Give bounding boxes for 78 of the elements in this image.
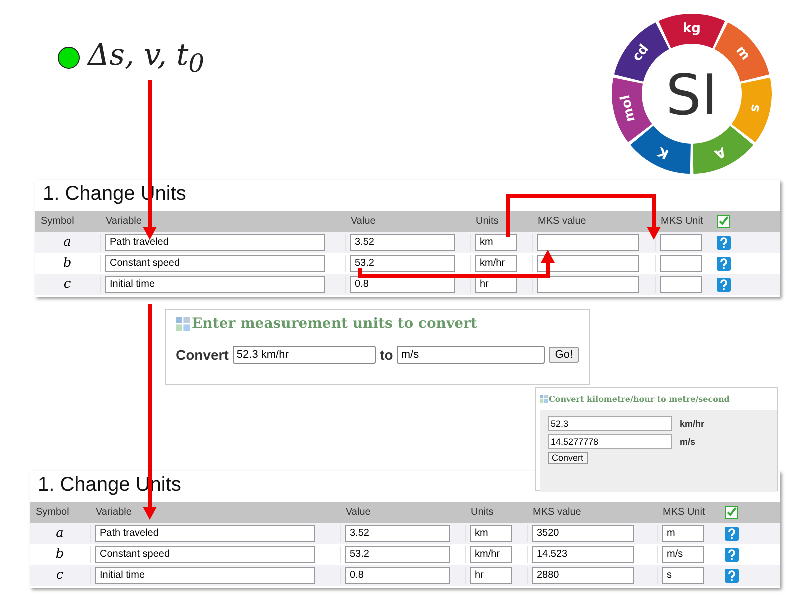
input-field[interactable]: s (662, 567, 704, 584)
column-header: MKS value (532, 507, 582, 518)
input-field[interactable]: 52.3 km/hr (232, 346, 376, 364)
input-field[interactable]: Initial time (105, 276, 325, 293)
column-header: MKS value (537, 216, 588, 227)
checkmark-icon (725, 506, 738, 519)
column-header: MKS Unit (662, 507, 706, 518)
input-field[interactable] (660, 234, 702, 251)
help-icon[interactable] (725, 548, 739, 562)
help-icon[interactable] (717, 256, 731, 270)
input-field[interactable] (537, 234, 639, 251)
unit-label: m/s (680, 436, 696, 446)
input-field[interactable] (660, 276, 702, 293)
symbol-label: b (62, 256, 73, 271)
input-field[interactable]: 53.2 (350, 255, 455, 272)
column-header: Value (350, 216, 377, 227)
help-icon[interactable] (717, 236, 731, 250)
convert-button[interactable]: Convert (548, 452, 588, 464)
column-header: Value (345, 507, 372, 518)
input-field[interactable]: 3.52 (350, 234, 455, 251)
column-header: MKS Unit (660, 216, 704, 227)
unit-label: kg (683, 22, 701, 36)
convert-label: Convert (176, 347, 229, 363)
column-header: Units (475, 216, 500, 227)
input-field[interactable]: 14.523 (532, 546, 634, 563)
help-icon[interactable] (725, 526, 739, 540)
input-field[interactable]: km/hr (475, 255, 517, 272)
input-field[interactable]: m (662, 525, 704, 542)
symbol-label: b (54, 547, 66, 562)
symbol-label: c (55, 568, 65, 583)
logo-text: SI (666, 64, 718, 128)
unit-label: m (732, 44, 753, 64)
input-field[interactable]: hr (470, 567, 512, 584)
to-label: to (380, 347, 394, 363)
input-field[interactable] (537, 255, 639, 272)
input-field[interactable]: 53.2 (345, 546, 450, 563)
input-field[interactable]: Path traveled (105, 234, 325, 251)
input-field[interactable] (660, 255, 702, 272)
input-field[interactable]: Constant speed (95, 546, 315, 563)
go-button[interactable]: Go! (549, 347, 579, 363)
input-field[interactable]: Initial time (95, 567, 315, 584)
input-field[interactable]: 52,3 (548, 416, 672, 431)
help-icon[interactable] (717, 278, 731, 292)
input-field[interactable]: 3520 (532, 525, 634, 542)
unit-label: km/hr (680, 418, 705, 428)
input-field[interactable]: km (470, 525, 512, 542)
column-header: Variable (95, 507, 133, 518)
column-header: Units (470, 507, 495, 518)
column-header: Symbol (35, 507, 70, 518)
input-field[interactable]: 0.8 (345, 567, 450, 584)
input-field[interactable] (537, 276, 639, 293)
grid-icon (540, 395, 548, 403)
result-title: Convert kilometre/hour to metre/second (549, 394, 730, 404)
input-field[interactable]: Constant speed (105, 255, 325, 272)
symbol-label: c (62, 277, 72, 292)
status-dot (58, 47, 80, 69)
input-field[interactable]: Path traveled (95, 525, 315, 542)
input-field[interactable]: 3.52 (345, 525, 450, 542)
symbol-label: a (55, 526, 65, 541)
grid-icon (176, 317, 190, 331)
column-header: Variable (105, 216, 143, 227)
unit-label: mol (618, 94, 639, 124)
input-field[interactable]: m/s (662, 546, 704, 563)
input-field[interactable]: km/hr (470, 546, 512, 563)
help-icon[interactable] (725, 568, 739, 582)
unit-label: cd (630, 42, 652, 65)
checkmark-icon (717, 215, 730, 228)
input-field[interactable]: m/s (397, 346, 546, 364)
unit-label: K (656, 144, 672, 162)
input-field[interactable]: 2880 (532, 567, 634, 584)
unit-label: A (712, 144, 728, 162)
input-field[interactable]: 14,5277778 (548, 434, 672, 449)
symbol-label: a (62, 235, 72, 250)
converter-title: Enter measurement units to convert (192, 316, 478, 332)
column-header: Symbol (40, 216, 76, 227)
input-field[interactable]: km (475, 234, 517, 251)
formula: Δs, v, t$_{0}$ (88, 38, 205, 78)
unit-label: s (747, 103, 764, 114)
